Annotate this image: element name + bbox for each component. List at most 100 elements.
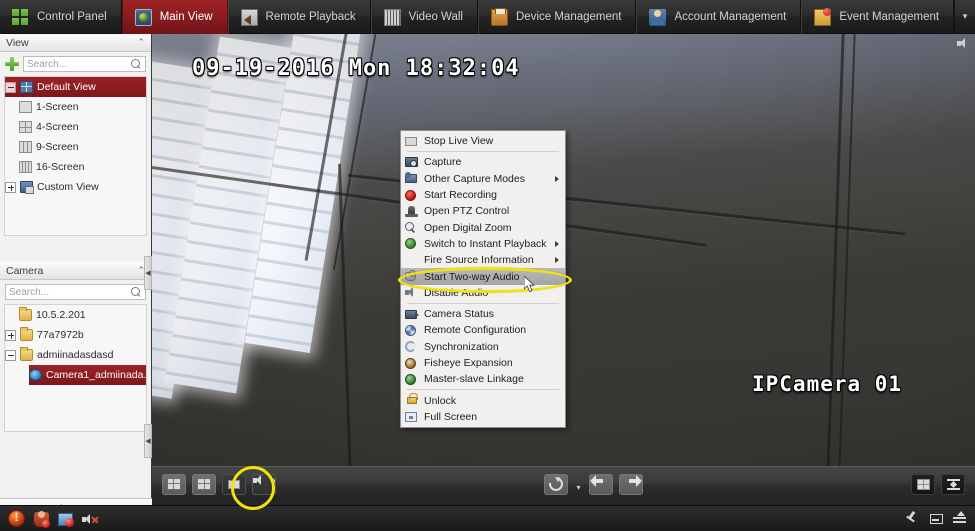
- menu-item-label: Start Recording: [424, 189, 561, 201]
- tree-item-custom-view[interactable]: Custom View: [5, 177, 146, 197]
- minimize-icon[interactable]: [928, 511, 943, 526]
- fire-source-icon: [405, 254, 419, 267]
- menu-item-label: Full Screen: [424, 411, 561, 423]
- remote-config-icon: [405, 325, 416, 336]
- window-division-button[interactable]: [911, 474, 935, 495]
- stop-square-icon: [228, 480, 240, 489]
- add-view-button[interactable]: [5, 57, 19, 71]
- view-search-input[interactable]: [27, 59, 131, 70]
- audio-toggle-button[interactable]: [252, 474, 276, 495]
- camera-context-menu[interactable]: Stop Live View Capture Other Capture Mod…: [400, 130, 566, 428]
- menu-item-open-ptz-control[interactable]: Open PTZ Control: [401, 203, 565, 219]
- expander-icon[interactable]: [5, 82, 16, 93]
- sidebar-collapse-handle-camera[interactable]: ◀: [144, 424, 152, 458]
- menu-item-synchronization[interactable]: Synchronization: [401, 339, 565, 355]
- expander-icon[interactable]: [5, 330, 16, 341]
- menu-item-camera-status[interactable]: Camera Status: [401, 306, 565, 322]
- tab-main-view[interactable]: Main View: [122, 0, 228, 34]
- menu-item-label: Camera Status: [424, 308, 561, 320]
- event-management-icon: [814, 9, 831, 26]
- picture-alert-icon[interactable]: [58, 513, 73, 526]
- screen-4-icon: [19, 121, 32, 133]
- menu-item-label: Open Digital Zoom: [424, 222, 561, 234]
- camera-tree[interactable]: 10.5.2.201 77a7972b admiinadasdasd Camer…: [4, 304, 147, 432]
- submenu-arrow-icon: [555, 241, 561, 247]
- ptz-control-icon: [408, 206, 415, 216]
- tab-remote-playback[interactable]: Remote Playback: [228, 0, 371, 34]
- full-screen-button[interactable]: [941, 474, 965, 495]
- search-icon: [131, 59, 142, 70]
- menu-item-full-screen[interactable]: Full Screen: [401, 409, 565, 425]
- tree-item-label: Custom View: [37, 181, 99, 193]
- tab-device-management[interactable]: Device Management: [478, 0, 636, 34]
- tree-item-device-10-5-2-201[interactable]: 10.5.2.201: [19, 305, 146, 325]
- menu-item-stop-live-view[interactable]: Stop Live View: [401, 133, 565, 149]
- capture-icon: [405, 157, 418, 167]
- mute-icon[interactable]: [82, 513, 98, 526]
- menu-item-label: Switch to Instant Playback: [424, 238, 551, 250]
- refresh-icon: [546, 474, 565, 493]
- refresh-dropdown-caret-icon[interactable]: ▾: [574, 474, 583, 495]
- menu-item-capture[interactable]: Capture: [401, 154, 565, 170]
- osd-camera-name: IPCamera 01: [752, 372, 902, 396]
- menu-item-master-slave-linkage[interactable]: Master-slave Linkage: [401, 371, 565, 387]
- menu-item-label: Unlock: [424, 395, 561, 407]
- menu-item-start-recording[interactable]: Start Recording: [401, 187, 565, 203]
- view-search-box[interactable]: [23, 56, 146, 72]
- expander-icon[interactable]: [5, 182, 16, 193]
- camera-panel-header[interactable]: Camera ⌃: [0, 262, 151, 280]
- tree-item-default-view[interactable]: Default View: [5, 77, 146, 97]
- screen-1-icon: [19, 101, 32, 113]
- camera-search-box[interactable]: [5, 284, 146, 300]
- screen-layout-button[interactable]: [162, 474, 186, 495]
- pin-icon[interactable]: [904, 511, 919, 526]
- tree-item-label: 1-Screen: [36, 101, 79, 113]
- menu-item-disable-audio[interactable]: Disable Audio: [401, 285, 565, 301]
- menu-item-switch-to-instant-playback[interactable]: Switch to Instant Playback: [401, 236, 565, 252]
- screen-9-icon: [19, 141, 32, 153]
- tab-label: Control Panel: [37, 11, 107, 23]
- menu-item-unlock[interactable]: Unlock: [401, 392, 565, 408]
- expander-icon[interactable]: [5, 350, 16, 361]
- menu-item-start-two-way-audio[interactable]: Start Two-way Audio: [401, 268, 565, 284]
- tree-item-device-77a7972b[interactable]: 77a7972b: [5, 325, 146, 345]
- chevron-down-icon[interactable]: ▾: [955, 0, 975, 33]
- expand-icon[interactable]: [952, 511, 967, 526]
- alarm-status-icon[interactable]: [8, 510, 25, 527]
- stop-all-button[interactable]: [222, 474, 246, 495]
- menu-item-other-capture-modes[interactable]: Other Capture Modes: [401, 171, 565, 187]
- master-slave-icon: [405, 374, 416, 385]
- tree-item-9-screen[interactable]: 9-Screen: [19, 137, 146, 157]
- tree-item-1-screen[interactable]: 1-Screen: [19, 97, 146, 117]
- menu-item-fire-source-information[interactable]: Fire Source Information: [401, 252, 565, 268]
- view-panel-header[interactable]: View ⌃: [0, 34, 151, 52]
- view-layout-button[interactable]: [192, 474, 216, 495]
- tree-item-16-screen[interactable]: 16-Screen: [19, 157, 146, 177]
- device-management-icon: [491, 9, 508, 26]
- tab-label: Event Management: [839, 11, 939, 23]
- menu-item-fisheye-expansion[interactable]: Fisheye Expansion: [401, 355, 565, 371]
- folder-icon: [20, 349, 33, 361]
- tab-event-management[interactable]: Event Management: [801, 0, 954, 34]
- tab-video-wall[interactable]: Video Wall: [371, 0, 478, 34]
- previous-button[interactable]: [589, 474, 613, 495]
- menu-item-label: Remote Configuration: [424, 324, 561, 336]
- tab-control-panel[interactable]: Control Panel: [0, 0, 122, 34]
- next-button[interactable]: [619, 474, 643, 495]
- user-alert-icon[interactable]: [34, 512, 49, 527]
- tree-item-4-screen[interactable]: 4-Screen: [19, 117, 146, 137]
- left-sidebar: View ⌃ Default View 1-Screen 4-Screen: [0, 34, 152, 518]
- refresh-button[interactable]: [544, 474, 568, 495]
- tree-item-camera1[interactable]: Camera1_admiinada...: [29, 365, 146, 385]
- view-tree[interactable]: Default View 1-Screen 4-Screen 9-Screen …: [4, 76, 147, 236]
- menu-item-label: Master-slave Linkage: [424, 373, 561, 385]
- other-capture-icon: [405, 174, 417, 183]
- chevron-up-icon[interactable]: ⌃: [137, 37, 145, 48]
- stop-live-view-icon: [405, 137, 417, 146]
- menu-item-open-digital-zoom[interactable]: Open Digital Zoom: [401, 219, 565, 235]
- menu-item-remote-configuration[interactable]: Remote Configuration: [401, 322, 565, 338]
- tab-account-management[interactable]: Account Management: [636, 0, 801, 34]
- camera-search-input[interactable]: [9, 287, 131, 298]
- tree-item-device-admiinadasdasd[interactable]: admiinadasdasd: [5, 345, 146, 365]
- sidebar-collapse-handle-view[interactable]: ◀: [144, 256, 152, 290]
